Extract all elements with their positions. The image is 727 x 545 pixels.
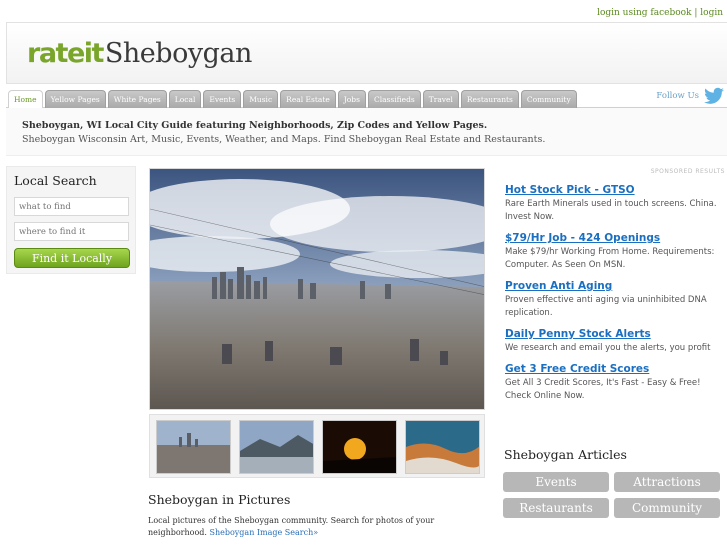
city-skyline-image bbox=[150, 169, 484, 409]
pictures-description: Local pictures of the Sheboygan communit… bbox=[148, 515, 488, 539]
thumbnail-city-image bbox=[157, 421, 230, 473]
site-header: rateit Sheboygan bbox=[6, 22, 727, 84]
tab-classifieds[interactable]: Classifieds bbox=[367, 90, 421, 108]
facebook-login-link[interactable]: login using facebook bbox=[597, 8, 691, 18]
ad-title-link[interactable]: $79/Hr Job - 424 Openings bbox=[505, 232, 725, 244]
thumbnail-coast-image bbox=[406, 421, 479, 473]
tab-home[interactable]: Home bbox=[8, 90, 43, 108]
pictures-title: Sheboygan in Pictures bbox=[148, 492, 291, 507]
articles-attractions-button[interactable]: Attractions bbox=[614, 472, 720, 492]
tab-events[interactable]: Events bbox=[203, 90, 242, 108]
where-to-find-input[interactable] bbox=[14, 222, 129, 241]
articles-title: Sheboygan Articles bbox=[504, 447, 627, 462]
login-link[interactable]: login bbox=[700, 8, 723, 18]
tab-yellow-pages[interactable]: Yellow Pages bbox=[44, 90, 106, 108]
twitter-bird-icon bbox=[704, 87, 724, 104]
ad-item: Hot Stock Pick - GTSO Rare Earth Mineral… bbox=[505, 184, 725, 224]
ad-description: We research and email you the alerts, yo… bbox=[505, 343, 711, 353]
ad-title-link[interactable]: Get 3 Free Credit Scores bbox=[505, 363, 725, 375]
top-links-separator: | bbox=[691, 8, 701, 18]
tab-real-estate[interactable]: Real Estate bbox=[280, 90, 336, 108]
find-it-locally-button[interactable]: Find it Locally bbox=[14, 248, 130, 268]
ad-item: Proven Anti Aging Proven effective anti … bbox=[505, 280, 725, 320]
tagline-heading: Sheboygan, WI Local City Guide featuring… bbox=[22, 120, 488, 131]
tagline: Sheboygan, WI Local City Guide featuring… bbox=[6, 108, 727, 156]
ad-item: $79/Hr Job - 424 Openings Make $79/hr Wo… bbox=[505, 232, 725, 272]
ad-description: Proven effective anti aging via uninhibi… bbox=[505, 295, 707, 318]
ad-title-link[interactable]: Daily Penny Stock Alerts bbox=[505, 328, 725, 340]
main-nav: Home Yellow Pages White Pages Local Even… bbox=[6, 87, 727, 108]
ad-description: Get All 3 Credit Scores, It's Fast - Eas… bbox=[505, 378, 701, 401]
what-to-find-input[interactable] bbox=[14, 197, 129, 216]
image-search-link[interactable]: Sheboygan Image Search» bbox=[209, 528, 318, 537]
tab-white-pages[interactable]: White Pages bbox=[107, 90, 167, 108]
local-search-title: Local Search bbox=[14, 173, 97, 188]
thumbnail-city[interactable] bbox=[156, 420, 231, 474]
thumbnail-coast[interactable] bbox=[405, 420, 480, 474]
logo-city: Sheboygan bbox=[104, 38, 252, 69]
follow-us[interactable]: Follow Us bbox=[656, 87, 725, 105]
ad-item: Get 3 Free Credit Scores Get All 3 Credi… bbox=[505, 363, 725, 403]
thumbnail-mountains[interactable] bbox=[239, 420, 314, 474]
top-links: login using facebook | login bbox=[597, 8, 723, 18]
main-city-photo[interactable] bbox=[149, 168, 485, 410]
ad-title-link[interactable]: Proven Anti Aging bbox=[505, 280, 725, 292]
tab-travel[interactable]: Travel bbox=[422, 90, 459, 108]
site-logo[interactable]: rateit Sheboygan bbox=[27, 38, 252, 69]
ad-description: Make $79/hr Working From Home. Requireme… bbox=[505, 247, 715, 270]
thumbnail-mountains-image bbox=[240, 421, 313, 473]
sponsored-label: SPONSORED RESULTS bbox=[650, 168, 725, 175]
photo-thumbnails bbox=[149, 414, 485, 478]
articles-community-button[interactable]: Community bbox=[614, 498, 720, 518]
follow-us-label: Follow Us bbox=[656, 91, 699, 101]
ad-title-link[interactable]: Hot Stock Pick - GTSO bbox=[505, 184, 725, 196]
articles-restaurants-button[interactable]: Restaurants bbox=[503, 498, 609, 518]
sponsored-ads: Hot Stock Pick - GTSO Rare Earth Mineral… bbox=[505, 184, 725, 411]
thumbnail-sunset[interactable] bbox=[322, 420, 397, 474]
ad-item: Daily Penny Stock Alerts We research and… bbox=[505, 328, 725, 355]
tab-restaurants[interactable]: Restaurants bbox=[460, 90, 519, 108]
articles-events-button[interactable]: Events bbox=[503, 472, 609, 492]
tab-music[interactable]: Music bbox=[243, 90, 279, 108]
tab-local[interactable]: Local bbox=[168, 90, 202, 108]
ad-description: Rare Earth Minerals used in touch screen… bbox=[505, 199, 717, 222]
logo-rateit: rateit bbox=[27, 38, 104, 69]
tab-jobs[interactable]: Jobs bbox=[337, 90, 366, 108]
thumbnail-sunset-image bbox=[323, 421, 396, 473]
tab-community[interactable]: Community bbox=[520, 90, 577, 108]
local-search-box: Local Search Find it Locally bbox=[6, 166, 136, 274]
tagline-subheading: Sheboygan Wisconsin Art, Music, Events, … bbox=[22, 134, 546, 145]
